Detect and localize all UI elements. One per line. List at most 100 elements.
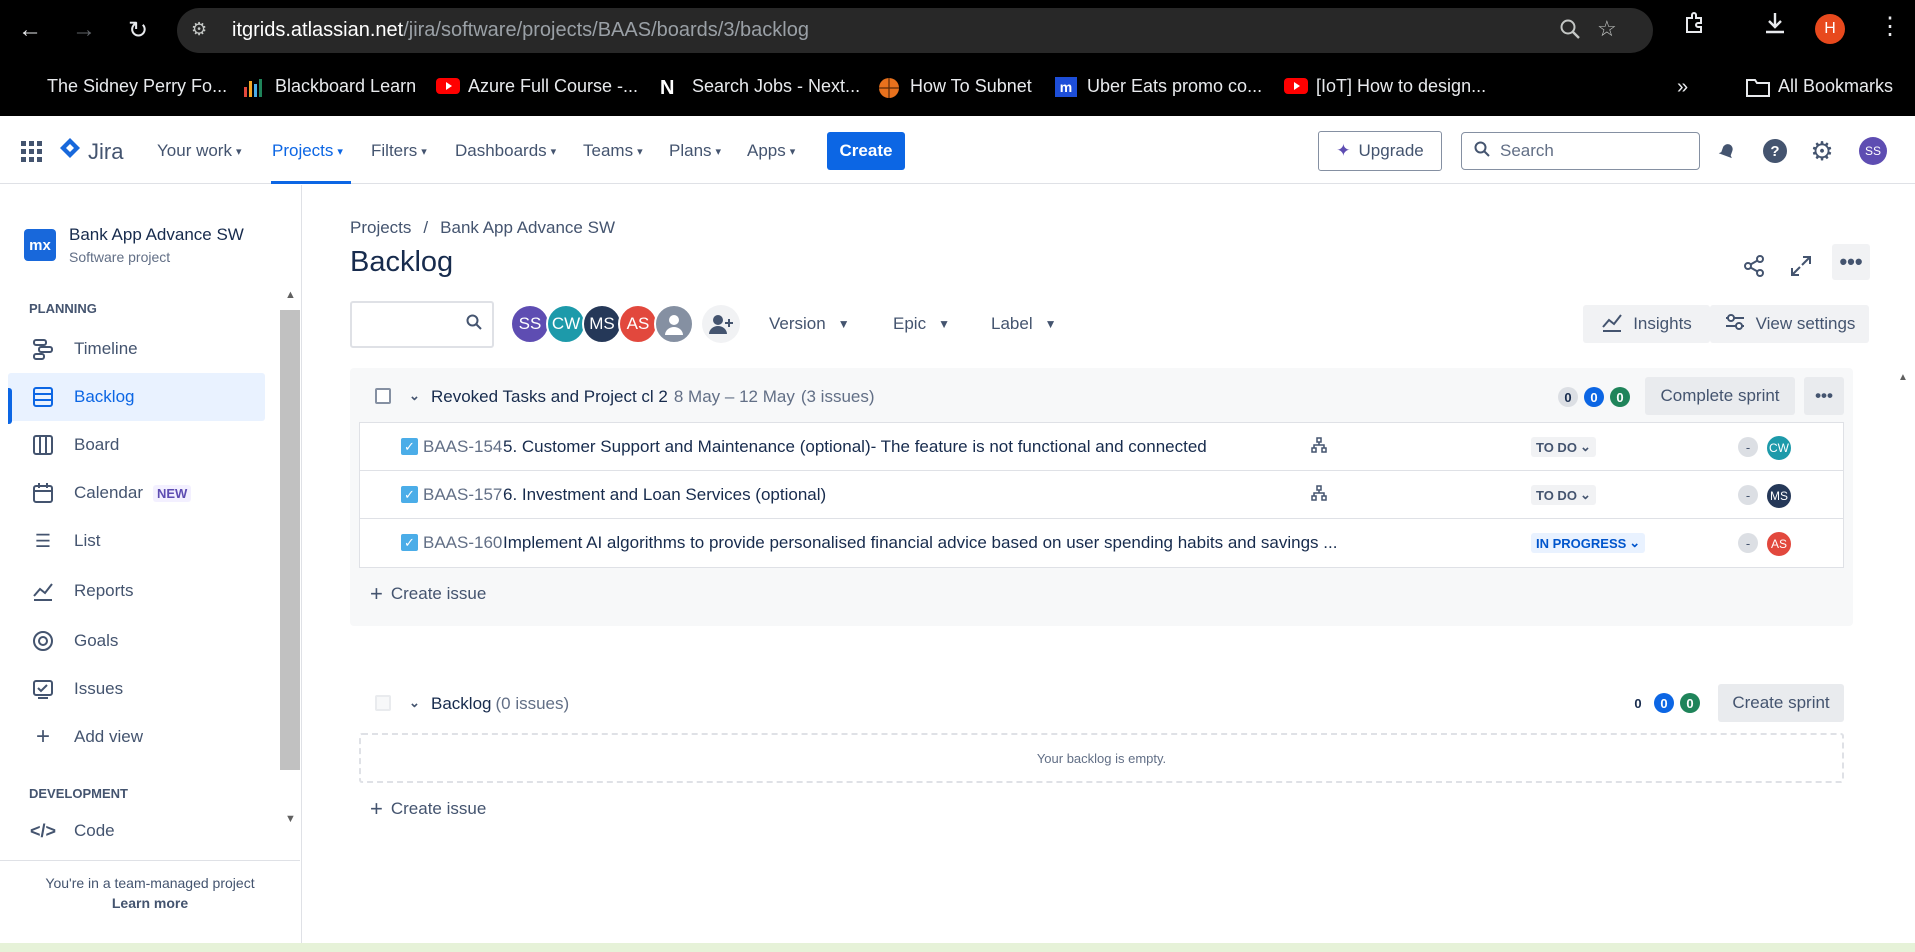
create-issue-button[interactable]: + Create issue xyxy=(370,581,486,607)
app-switcher-icon[interactable] xyxy=(21,141,43,168)
bookmark-star-icon[interactable]: ☆ xyxy=(1597,16,1617,42)
assignee-filter-ss[interactable]: SS xyxy=(510,304,550,344)
child-issues-icon[interactable] xyxy=(1311,437,1327,458)
issue-summary[interactable]: Implement AI algorithms to provide perso… xyxy=(503,533,1337,553)
status-dropdown[interactable]: IN PROGRESS ⌄ xyxy=(1531,533,1646,553)
story-points-badge[interactable]: - xyxy=(1738,485,1758,505)
search-input[interactable]: Search xyxy=(1461,132,1700,170)
issue-key[interactable]: BAAS-157 xyxy=(423,485,502,505)
site-info-icon[interactable]: ⚙ xyxy=(191,19,207,40)
view-settings-button[interactable]: View settings xyxy=(1710,305,1869,343)
bookmark-iot[interactable]: [IoT] How to design... xyxy=(1284,76,1486,97)
status-dropdown[interactable]: TO DO ⌄ xyxy=(1531,437,1596,457)
status-dropdown[interactable]: TO DO ⌄ xyxy=(1531,485,1596,505)
create-sprint-button[interactable]: Create sprint xyxy=(1718,684,1844,722)
table-row[interactable]: ✓ BAAS-157 6. Investment and Loan Servic… xyxy=(360,471,1843,519)
fullscreen-icon[interactable] xyxy=(1785,250,1817,282)
add-people-icon[interactable] xyxy=(702,305,740,343)
sprint-title[interactable]: Revoked Tasks and Project cl 28 May – 12… xyxy=(431,387,875,407)
sidebar-item-code[interactable]: </> Code xyxy=(8,811,265,851)
sidebar-item-board[interactable]: Board xyxy=(8,421,265,469)
bookmarks-overflow-icon[interactable]: » xyxy=(1677,76,1688,99)
all-bookmarks[interactable]: All Bookmarks xyxy=(1746,76,1893,97)
nav-apps[interactable]: Apps ▾ xyxy=(747,141,795,161)
create-button[interactable]: Create xyxy=(827,132,905,170)
more-actions-button[interactable]: ••• xyxy=(1832,244,1870,280)
browser-menu-icon[interactable]: ⋮ xyxy=(1878,12,1902,41)
sprint-more-button[interactable]: ••• xyxy=(1804,377,1844,415)
project-name[interactable]: Bank App Advance SW xyxy=(69,225,244,245)
sidebar-item-issues[interactable]: Issues xyxy=(8,665,265,713)
bookmark-subnet[interactable]: How To Subnet xyxy=(878,76,1032,98)
bookmark-search-jobs[interactable]: N Search Jobs - Next... xyxy=(660,76,860,99)
backlog-search-input[interactable] xyxy=(350,301,494,348)
sidebar-item-reports[interactable]: Reports xyxy=(8,567,265,615)
sidebar-item-timeline[interactable]: Timeline xyxy=(8,325,265,373)
jira-logo[interactable]: Jira xyxy=(58,136,123,167)
sidebar-item-add-view[interactable]: + Add view xyxy=(8,713,265,761)
learn-more-link[interactable]: Learn more xyxy=(0,895,300,911)
unassigned-filter-icon[interactable] xyxy=(654,304,694,344)
sidebar-item-backlog[interactable]: Backlog xyxy=(8,373,265,421)
nav-teams[interactable]: Teams ▾ xyxy=(583,141,643,161)
forward-arrow-icon[interactable]: → xyxy=(64,10,104,50)
bookmark-sidney-perry[interactable]: The Sidney Perry Fo... xyxy=(47,76,227,97)
collapse-chevron-icon[interactable]: ⌄ xyxy=(409,388,420,404)
version-filter[interactable]: Version ▼ xyxy=(769,314,850,334)
issue-key[interactable]: BAAS-154 xyxy=(423,437,502,457)
bookmark-blackboard[interactable]: Blackboard Learn xyxy=(243,76,416,97)
nav-filters[interactable]: Filters ▾ xyxy=(371,141,427,161)
label-filter[interactable]: Label ▼ xyxy=(991,314,1057,334)
table-row[interactable]: ✓ BAAS-154 5. Customer Support and Maint… xyxy=(360,423,1843,471)
breadcrumb-project[interactable]: Bank App Advance SW xyxy=(440,218,615,238)
user-avatar[interactable]: SS xyxy=(1859,137,1887,165)
address-bar[interactable]: ⚙ itgrids.atlassian.net/jira/software/pr… xyxy=(177,8,1653,53)
create-issue-button[interactable]: + Create issue xyxy=(370,796,486,822)
backlog-select-checkbox[interactable] xyxy=(375,695,391,711)
assignee-filter-as[interactable]: AS xyxy=(618,304,658,344)
insights-button[interactable]: Insights xyxy=(1583,305,1710,343)
collapse-chevron-icon[interactable]: ⌄ xyxy=(409,695,420,711)
notifications-icon[interactable] xyxy=(1713,137,1741,165)
assignee-avatar[interactable]: CW xyxy=(1765,434,1793,462)
assignee-avatar[interactable]: MS xyxy=(1765,482,1793,510)
sidebar-item-list[interactable]: ☰ List xyxy=(8,517,265,565)
scroll-up-icon[interactable]: ▲ xyxy=(1898,372,1908,383)
issue-summary[interactable]: 6. Investment and Loan Services (optiona… xyxy=(503,485,826,505)
nav-projects[interactable]: Projects ▾ xyxy=(272,141,343,161)
assignee-filter-ms[interactable]: MS xyxy=(582,304,622,344)
sidebar-item-calendar[interactable]: Calendar NEW xyxy=(8,469,265,517)
help-icon[interactable]: ? xyxy=(1761,137,1789,165)
bookmark-azure[interactable]: Azure Full Course -... xyxy=(436,76,638,97)
nav-dashboards[interactable]: Dashboards ▾ xyxy=(455,141,556,161)
breadcrumb-projects[interactable]: Projects xyxy=(350,218,411,238)
child-issues-icon[interactable] xyxy=(1311,485,1327,506)
main-scrollbar[interactable]: ▲ xyxy=(1890,368,1915,943)
table-row[interactable]: ✓ BAAS-160 Implement AI algorithms to pr… xyxy=(360,519,1843,567)
extensions-icon[interactable] xyxy=(1682,10,1708,42)
zoom-icon[interactable] xyxy=(1559,18,1581,46)
scroll-up-icon[interactable]: ▲ xyxy=(285,289,296,301)
reload-icon[interactable]: ↻ xyxy=(118,10,158,50)
epic-filter[interactable]: Epic ▼ xyxy=(893,314,950,334)
sprint-select-checkbox[interactable] xyxy=(375,388,391,404)
settings-gear-icon[interactable]: ⚙ xyxy=(1808,136,1836,166)
upgrade-button[interactable]: ✦ Upgrade xyxy=(1318,131,1442,171)
complete-sprint-button[interactable]: Complete sprint xyxy=(1645,377,1795,415)
bookmark-uber-eats[interactable]: m Uber Eats promo co... xyxy=(1055,76,1262,97)
back-arrow-icon[interactable]: ← xyxy=(10,10,50,50)
share-icon[interactable] xyxy=(1738,250,1770,282)
sidebar-item-goals[interactable]: Goals xyxy=(8,617,265,665)
profile-avatar[interactable]: H xyxy=(1815,14,1845,44)
issue-key[interactable]: BAAS-160 xyxy=(423,533,502,553)
download-icon[interactable] xyxy=(1762,10,1788,42)
assignee-filter-cw[interactable]: CW xyxy=(546,304,586,344)
backlog-title[interactable]: Backlog (0 issues) xyxy=(431,694,569,714)
issue-summary[interactable]: 5. Customer Support and Maintenance (opt… xyxy=(503,437,1207,457)
story-points-badge[interactable]: - xyxy=(1738,437,1758,457)
assignee-avatar[interactable]: AS xyxy=(1765,530,1793,558)
sidebar-scroll-thumb[interactable] xyxy=(280,310,300,770)
story-points-badge[interactable]: - xyxy=(1738,533,1758,553)
nav-your-work[interactable]: Your work ▾ xyxy=(157,141,242,161)
scroll-down-icon[interactable]: ▼ xyxy=(285,813,296,825)
